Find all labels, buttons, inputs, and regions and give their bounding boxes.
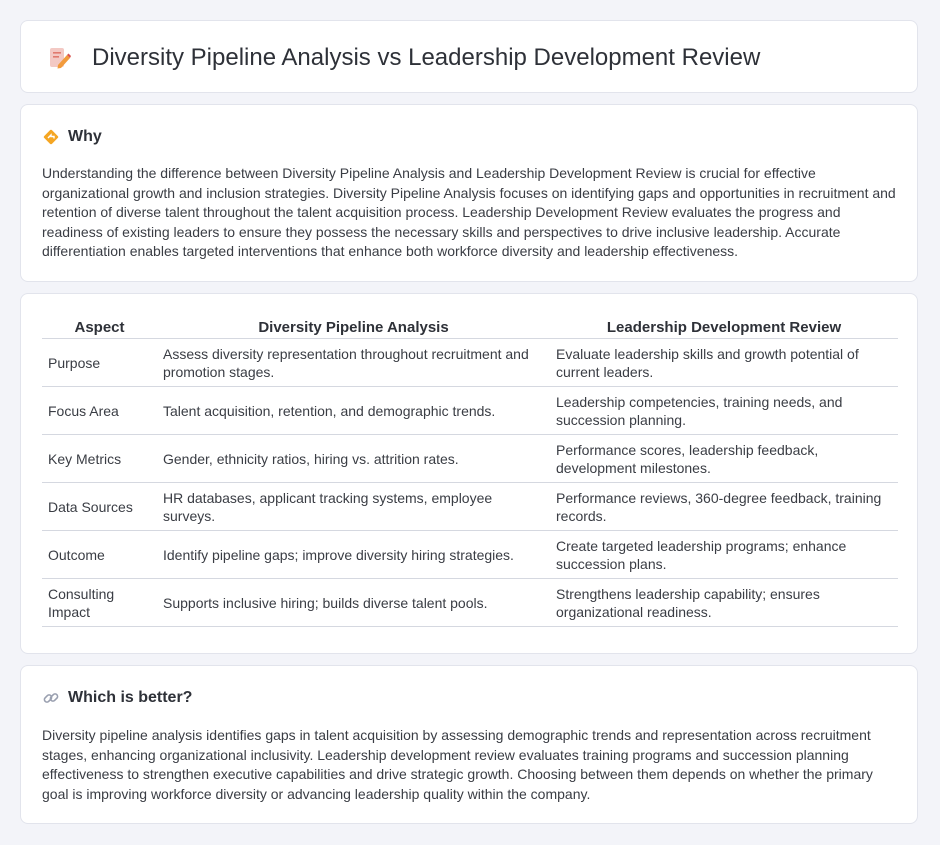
cell-pipeline: HR databases, applicant tracking systems…	[157, 483, 550, 531]
table-row: Focus Area Talent acquisition, retention,…	[42, 387, 898, 435]
better-heading: Which is better?	[42, 688, 192, 708]
table-header-row: Aspect Diversity Pipeline Analysis Leade…	[42, 316, 898, 339]
cell-leadership: Performance scores, leadership feedback,…	[550, 435, 898, 483]
cell-aspect: Data Sources	[42, 483, 157, 531]
why-heading: Why	[42, 127, 102, 147]
link-icon	[43, 693, 59, 703]
cell-aspect: Key Metrics	[42, 435, 157, 483]
cell-aspect: Purpose	[42, 339, 157, 387]
cell-aspect: Consulting Impact	[42, 579, 157, 627]
table-row: Purpose Assess diversity representation t…	[42, 339, 898, 387]
diamond-sign-icon	[43, 129, 59, 145]
cell-aspect: Outcome	[42, 531, 157, 579]
better-title: Which is better?	[68, 689, 193, 706]
why-title: Why	[68, 128, 102, 145]
title-card: Diversity Pipeline Analysis vs Leadershi…	[20, 20, 918, 93]
cell-leadership: Leadership competencies, training needs,…	[550, 387, 898, 435]
cell-pipeline: Assess diversity representation througho…	[157, 339, 550, 387]
header-leadership: Leadership Development Review	[550, 316, 898, 339]
cell-leadership: Evaluate leadership skills and growth po…	[550, 339, 898, 387]
why-body: Understanding the difference between Div…	[42, 165, 896, 260]
page-title: Diversity Pipeline Analysis vs Leadershi…	[92, 44, 761, 71]
cell-pipeline: Identify pipeline gaps; improve diversit…	[157, 531, 550, 579]
table-row: Key Metrics Gender, ethnicity ratios, hir…	[42, 435, 898, 483]
cell-aspect: Focus Area	[42, 387, 157, 435]
header-pipeline: Diversity Pipeline Analysis	[157, 316, 550, 339]
comparison-table: Aspect Diversity Pipeline Analysis Leade…	[42, 316, 898, 627]
cell-leadership: Performance reviews, 360-degree feedback…	[550, 483, 898, 531]
which-better-section: Which is better? Diversity pipeline anal…	[20, 665, 918, 824]
document-edit-icon	[50, 48, 71, 69]
cell-pipeline: Supports inclusive hiring; builds divers…	[157, 579, 550, 627]
cell-pipeline: Gender, ethnicity ratios, hiring vs. att…	[157, 435, 550, 483]
table-row: Data Sources HR databases, applicant trac…	[42, 483, 898, 531]
table-row: Consulting Impact Supports inclusive hiri…	[42, 579, 898, 627]
cell-pipeline: Talent acquisition, retention, and demog…	[157, 387, 550, 435]
comparison-section: Aspect Diversity Pipeline Analysis Leade…	[20, 293, 918, 654]
cell-leadership: Create targeted leadership programs; enh…	[550, 531, 898, 579]
why-section: Why Understanding the difference between…	[20, 104, 918, 282]
cell-leadership: Strengthens leadership capability; ensur…	[550, 579, 898, 627]
better-body: Diversity pipeline analysis identifies g…	[42, 727, 873, 802]
header-aspect: Aspect	[42, 316, 157, 339]
table-row: Outcome Identify pipeline gaps; improve d…	[42, 531, 898, 579]
